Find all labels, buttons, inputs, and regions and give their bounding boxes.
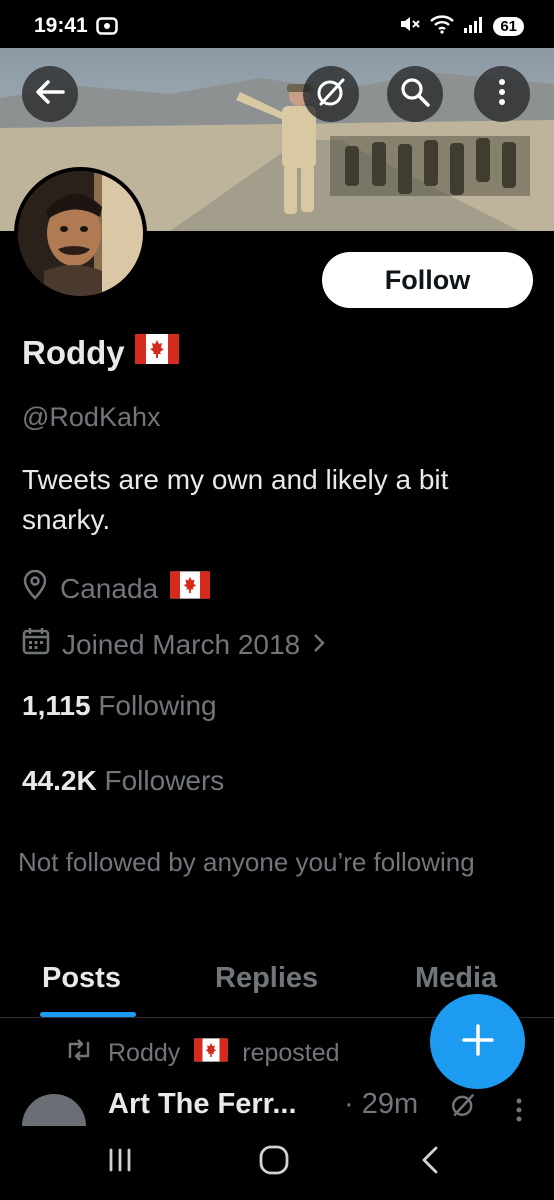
followers-link[interactable]: 44.2K Followers: [22, 765, 224, 797]
joined-text: Joined March 2018: [62, 628, 301, 660]
canada-flag-icon: [194, 1038, 229, 1069]
tab-posts[interactable]: Posts: [42, 962, 121, 995]
repost-name: Roddy: [108, 1039, 181, 1067]
system-back-button[interactable]: [400, 1140, 460, 1184]
compose-button[interactable]: [430, 994, 525, 1089]
system-nav-bar: [0, 1126, 554, 1200]
home-icon: [258, 1144, 290, 1180]
plus-icon: [461, 1023, 495, 1061]
status-bar: 19:41 61: [0, 0, 554, 48]
post-time: · 29m: [344, 1088, 419, 1120]
recents-button[interactable]: [90, 1140, 150, 1184]
grok-button[interactable]: [303, 66, 359, 122]
status-indicators: 61: [399, 14, 524, 38]
post-author[interactable]: Art The Ferr...: [108, 1088, 297, 1121]
recents-icon: [107, 1147, 133, 1177]
post-header[interactable]: Art The Ferr... · 29m: [22, 1086, 542, 1126]
home-button[interactable]: [244, 1140, 304, 1184]
search-icon: [400, 77, 430, 111]
display-name: Roddy: [22, 334, 179, 372]
repost-icon: [64, 1038, 94, 1069]
post-avatar[interactable]: [22, 1094, 86, 1126]
wifi-icon: [429, 14, 455, 38]
location-text: Canada: [60, 572, 159, 604]
canada-flag-icon: [134, 334, 179, 372]
tab-media[interactable]: Media: [415, 962, 497, 995]
calendar-icon: [22, 627, 50, 662]
repost-indicator: Roddy reposted: [64, 1038, 340, 1069]
following-link[interactable]: 1,115 Following: [22, 690, 217, 722]
chevron-left-icon: [420, 1145, 440, 1179]
post-more-icon[interactable]: [516, 1098, 522, 1126]
display-name-text: Roddy: [22, 334, 125, 371]
location-pin-icon: [22, 569, 48, 607]
handle: @RodKahx: [22, 402, 161, 432]
more-vertical-icon: [498, 78, 506, 110]
follow-button[interactable]: Follow: [322, 252, 533, 308]
search-button[interactable]: [387, 66, 443, 122]
chevron-right-icon: [312, 629, 326, 661]
joined-row[interactable]: Joined March 2018: [22, 627, 326, 662]
tab-replies[interactable]: Replies: [215, 962, 318, 995]
grok-icon[interactable]: [450, 1092, 476, 1122]
signal-icon: [463, 15, 485, 37]
more-button[interactable]: [474, 66, 530, 122]
canada-flag-icon: [170, 571, 211, 606]
following-count: 1,115: [22, 690, 91, 721]
not-followed-notice: Not followed by anyone you’re following: [18, 847, 475, 877]
battery-indicator: 61: [493, 16, 524, 36]
grok-icon: [315, 76, 347, 112]
active-tab-indicator: [40, 1012, 136, 1017]
followers-count: 44.2K: [22, 765, 97, 796]
location-row: Canada: [22, 569, 211, 607]
arrow-left-icon: [35, 79, 65, 109]
following-label: Following: [98, 690, 217, 721]
back-button[interactable]: [22, 66, 78, 122]
mute-icon: [399, 14, 421, 38]
bio: Tweets are my own and likely a bit snark…: [22, 464, 449, 535]
repost-suffix: reposted: [242, 1039, 340, 1067]
followers-label: Followers: [104, 765, 225, 796]
avatar-image: [18, 171, 143, 296]
screen-record-icon: [96, 17, 118, 39]
avatar[interactable]: [14, 167, 147, 300]
status-time: 19:41: [34, 14, 88, 37]
